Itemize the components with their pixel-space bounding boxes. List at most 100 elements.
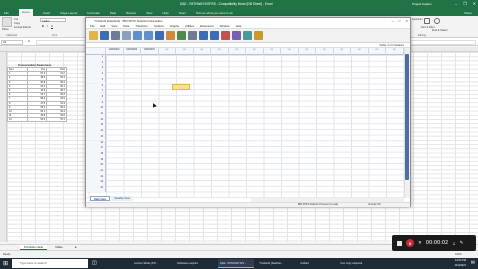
spss-menu-file[interactable]: File xyxy=(90,24,95,28)
spss-menu-graphs[interactable]: Graphs xyxy=(170,24,179,28)
cut-button[interactable]: Cut xyxy=(14,18,18,21)
minimize-icon[interactable]: – xyxy=(455,1,457,6)
taskbar-item[interactable]: Untitled xyxy=(298,259,334,268)
restore-icon[interactable]: ❐ xyxy=(463,1,467,6)
spss-menu-view[interactable]: View xyxy=(111,24,117,28)
empty-variable-header[interactable]: var xyxy=(369,48,386,55)
empty-variable-header[interactable]: var xyxy=(194,48,211,55)
bold-button[interactable]: B xyxy=(42,25,44,28)
find-icon[interactable] xyxy=(188,31,197,40)
find-select-button[interactable]: Find & Select xyxy=(432,29,447,32)
zoom-level[interactable]: 100% xyxy=(455,253,462,256)
spss-menu-extensions[interactable]: Extensions xyxy=(200,24,214,28)
insert-variable-icon[interactable] xyxy=(210,31,219,40)
ribbon-tab-home[interactable]: Home xyxy=(18,9,33,16)
function-icon[interactable]: fx xyxy=(28,40,30,43)
share-button[interactable]: Share xyxy=(464,11,472,15)
spss-scroll-thumb[interactable] xyxy=(405,54,409,180)
open-folder-icon[interactable] xyxy=(89,31,98,40)
pen-icon[interactable]: ✎ xyxy=(460,240,464,246)
variable-header[interactable]: VAR00003 xyxy=(141,48,159,55)
empty-variable-header[interactable]: var xyxy=(386,48,404,55)
empty-variable-header[interactable]: var xyxy=(281,48,299,55)
taskbar-search-box[interactable]: Type here to search xyxy=(12,259,88,268)
taskbar-item[interactable]: Softwares capture xyxy=(175,259,211,268)
spss-menu-data[interactable]: Data xyxy=(123,24,129,28)
notification-icon[interactable]: ✉ xyxy=(471,260,475,266)
tell-me-search[interactable]: Tell me what you want to do xyxy=(196,11,233,15)
spss-menu-edit[interactable]: Edit xyxy=(101,24,106,28)
windows-start-icon[interactable]: ⊞ xyxy=(3,260,8,267)
pause-record-icon[interactable]: II xyxy=(406,239,414,247)
excel-user-name[interactable]: Project Kaplan xyxy=(412,2,432,6)
value-labels-icon[interactable] xyxy=(254,31,263,40)
ribbon-tab-data[interactable]: Data xyxy=(110,11,116,15)
taskbar-item[interactable]: Lecture Slides (PD... xyxy=(132,259,168,268)
go-to-case-icon[interactable] xyxy=(155,31,164,40)
spss-row-number[interactable]: 24 xyxy=(86,186,106,192)
empty-variable-header[interactable]: var xyxy=(176,48,194,55)
variables-icon[interactable] xyxy=(177,31,186,40)
table-cell[interactable]: 53.6 xyxy=(26,117,48,123)
empty-variable-header[interactable]: var xyxy=(334,48,351,55)
ribbon-tab-view[interactable]: View xyxy=(146,11,152,15)
spss-menu-utilities[interactable]: Utilities xyxy=(185,24,194,28)
variable-view-tab[interactable]: Variable View xyxy=(111,196,133,201)
close-icon[interactable]: ✕ xyxy=(473,1,476,6)
ribbon-tab-review[interactable]: Review xyxy=(126,11,136,15)
undo-icon[interactable] xyxy=(133,31,142,40)
empty-variable-header[interactable]: var xyxy=(351,48,369,55)
mic-icon[interactable]: ♫ xyxy=(452,241,455,246)
empty-variable-header[interactable]: var xyxy=(299,48,316,55)
selected-cell[interactable] xyxy=(172,84,190,90)
empty-variable-header[interactable]: var xyxy=(159,48,176,55)
autosum-button[interactable]: AutoSum xyxy=(412,18,423,21)
name-box[interactable]: A4 xyxy=(1,40,23,45)
spss-menu-analyze[interactable]: Analyze xyxy=(154,24,164,28)
insert-cases-icon[interactable] xyxy=(199,31,208,40)
taskbar-item[interactable]: *Untitled2 [DataSet... xyxy=(257,259,293,268)
split-file-icon[interactable] xyxy=(221,31,230,40)
ribbon-tab-page-layout[interactable]: Page Layout xyxy=(60,11,77,15)
format-painter-button[interactable]: Format Painter xyxy=(14,26,31,29)
close-recorder-icon[interactable]: ✕ xyxy=(418,240,422,246)
save-icon[interactable] xyxy=(100,31,109,40)
variable-header[interactable]: VAR00001 xyxy=(106,48,124,55)
spss-menu-window[interactable]: Window xyxy=(220,24,230,28)
paste-icon[interactable] xyxy=(2,17,12,27)
dialog-recall-icon[interactable] xyxy=(122,31,131,40)
ribbon-tab-insert[interactable]: Insert xyxy=(43,11,51,15)
spss-menu-transform[interactable]: Transform xyxy=(135,24,148,28)
print-icon[interactable] xyxy=(111,31,120,40)
empty-variable-header[interactable]: var xyxy=(246,48,264,55)
table-cell[interactable]: 12 xyxy=(7,117,28,123)
spss-data-grid[interactable] xyxy=(86,48,404,198)
copy-button[interactable]: Copy xyxy=(14,22,20,25)
empty-variable-header[interactable]: var xyxy=(264,48,281,55)
empty-variable-header[interactable]: var xyxy=(211,48,229,55)
find-select-icon[interactable] xyxy=(434,18,440,24)
ribbon-tab-team[interactable]: Team xyxy=(179,11,186,15)
stop-record-icon[interactable] xyxy=(397,240,402,246)
sort-filter-icon[interactable] xyxy=(424,18,430,24)
empty-variable-header[interactable]: var xyxy=(229,48,246,55)
table-cell[interactable]: 57.2 xyxy=(46,117,67,123)
weight-cases-icon[interactable] xyxy=(232,31,241,40)
taskbar-clock[interactable]: 12:02 PM 11/4/2021 xyxy=(455,259,466,268)
taskbar-item[interactable]: DAE - PATHWAYS/S... xyxy=(218,259,254,268)
paste-button-label[interactable]: Paste xyxy=(2,28,9,31)
ribbon-tab-file[interactable]: File xyxy=(4,11,9,15)
ribbon-tab-help[interactable]: Help xyxy=(162,11,168,15)
go-to-variable-icon[interactable] xyxy=(166,31,175,40)
redo-icon[interactable] xyxy=(144,31,153,40)
spss-menu-help[interactable]: Help xyxy=(236,24,242,28)
variable-header[interactable]: VAR00002 xyxy=(124,48,141,55)
empty-variable-header[interactable]: var xyxy=(316,48,334,55)
task-view-icon[interactable]: ◫ xyxy=(92,260,97,266)
taskbar-item[interactable]: Your copy captured xyxy=(338,259,374,268)
underline-button[interactable]: U xyxy=(51,25,53,28)
data-view-tab[interactable]: Data View xyxy=(90,196,111,201)
italic-button[interactable]: I xyxy=(47,25,48,28)
select-cases-icon[interactable] xyxy=(243,31,252,40)
font-name-select[interactable]: Calibri xyxy=(40,18,66,23)
